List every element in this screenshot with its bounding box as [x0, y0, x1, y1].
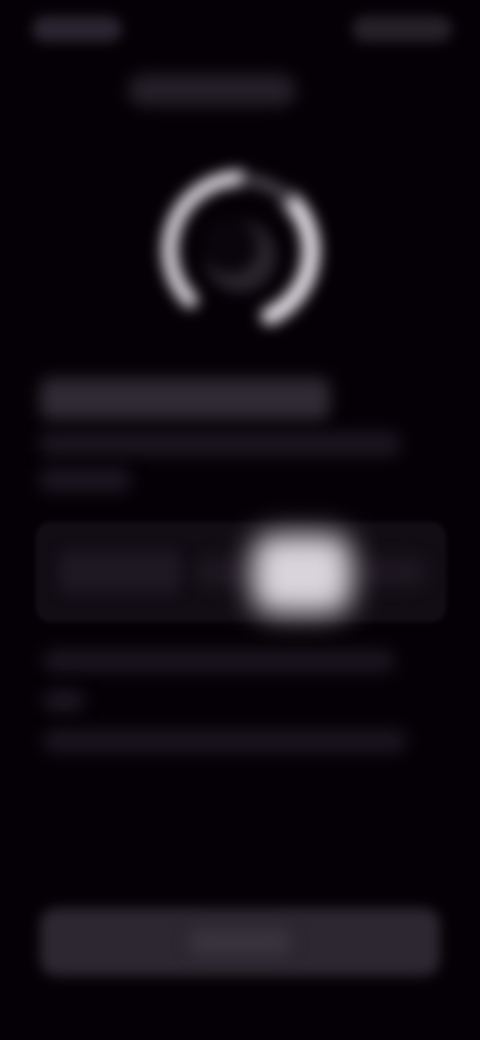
moon-icon: [161, 170, 321, 325]
app-screen: [0, 0, 480, 1040]
setting-label: [60, 552, 180, 592]
continue-button-label: [190, 930, 290, 954]
status-time: [32, 16, 122, 42]
footnote: [44, 650, 414, 760]
status-icons: [352, 16, 452, 42]
description: [40, 432, 410, 502]
setting-card: [36, 522, 446, 622]
description-line: [40, 468, 130, 492]
footnote-line: [44, 730, 406, 752]
status-bar: [0, 0, 480, 60]
section-heading: [40, 378, 330, 420]
description-line: [40, 432, 400, 456]
slider-thumb[interactable]: [252, 534, 352, 614]
circular-gauge: [150, 160, 330, 340]
footnote-line: [44, 690, 84, 712]
page-title: [128, 74, 296, 106]
footnote-line: [44, 650, 394, 672]
